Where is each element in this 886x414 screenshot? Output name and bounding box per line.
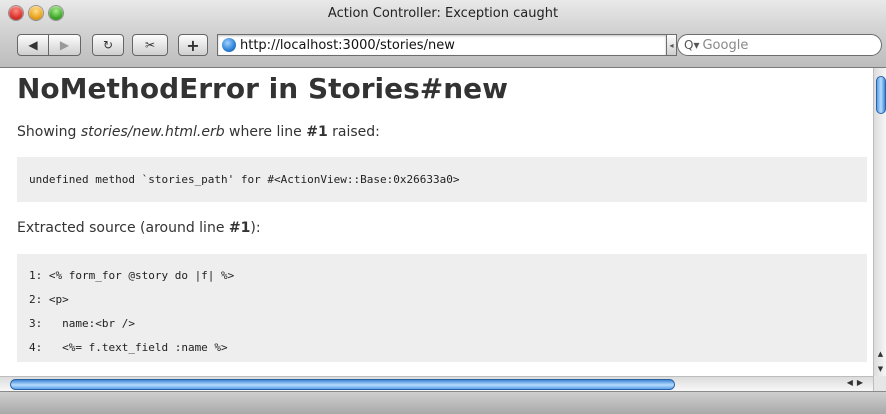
snapback-button[interactable]: ✂ <box>132 34 168 56</box>
url-dropdown-button[interactable]: ◂ <box>667 34 677 56</box>
reload-icon: ↻ <box>102 38 114 52</box>
showing-prefix: Showing <box>17 124 81 140</box>
reload-button[interactable]: ↻ <box>92 34 124 56</box>
back-button[interactable]: ◀ <box>17 34 49 56</box>
search-icon: Q▾ <box>684 38 700 52</box>
scroll-left-icon[interactable]: ◀ <box>847 378 857 387</box>
browser-window: Action Controller: Exception caught ◀ ▶ … <box>0 0 886 414</box>
horizontal-scroll-thumb[interactable] <box>10 379 675 390</box>
back-arrow-icon: ◀ <box>28 38 38 52</box>
source-line: 2: <p> <box>29 293 69 306</box>
scroll-right-icon[interactable]: ▶ <box>857 378 867 387</box>
address-bar[interactable]: http://localhost:3000/stories/new <box>217 34 667 56</box>
vertical-scrollbar[interactable]: ▲ ▼ <box>873 68 886 376</box>
forward-arrow-icon: ▶ <box>59 38 70 52</box>
error-message-box: undefined method `stories_path' for #<Ac… <box>17 157 867 202</box>
source-line: 4: <%= f.text_field :name %> <box>29 341 228 354</box>
search-field[interactable]: Q▾ Google <box>677 34 882 56</box>
template-file: stories/new.html.erb <box>80 124 225 140</box>
vertical-scroll-thumb[interactable] <box>876 76 886 114</box>
globe-icon <box>222 38 236 52</box>
extracted-line: #1 <box>228 220 251 236</box>
showing-message: Showing stories/new.html.erb where line … <box>17 124 380 140</box>
vertical-scroll-arrows[interactable]: ▲ ▼ <box>874 346 886 376</box>
scroll-down-icon[interactable]: ▼ <box>878 365 883 373</box>
window-title: Action Controller: Exception caught <box>327 6 559 21</box>
search-placeholder: Google <box>702 37 749 53</box>
chevron-icon: ◂ <box>669 40 674 50</box>
scroll-up-icon[interactable]: ▲ <box>878 350 883 358</box>
plus-icon: + <box>186 35 200 55</box>
url-text: http://localhost:3000/stories/new <box>240 37 455 53</box>
title-toolbar: Action Controller: Exception caught ◀ ▶ … <box>0 0 886 68</box>
horizontal-scroll-arrows[interactable]: ◀▶ <box>847 378 867 387</box>
status-bar <box>0 391 886 414</box>
extracted-source-heading: Extracted source (around line #1): <box>17 220 261 236</box>
horizontal-scrollbar[interactable]: ◀▶ <box>0 376 873 391</box>
extracted-suffix: ): <box>250 220 261 236</box>
line-number: #1 <box>306 124 328 140</box>
page-content: NoMethodError in Stories#new Showing sto… <box>0 68 873 376</box>
extracted-prefix: Extracted source (around line <box>17 220 229 236</box>
showing-middle: where line <box>224 124 307 140</box>
source-line: 1: <% form_for @story do |f| %> <box>29 269 235 282</box>
page-title: NoMethodError in Stories#new <box>17 72 509 105</box>
scroll-corner <box>873 376 886 391</box>
scissors-icon: ✂ <box>144 38 156 52</box>
error-message: undefined method `stories_path' for #<Ac… <box>29 173 460 186</box>
source-line: 3: name:<br /> <box>29 317 135 330</box>
forward-button[interactable]: ▶ <box>49 34 81 56</box>
source-code-box: 1: <% form_for @story do |f| %> 2: <p> 3… <box>17 254 867 362</box>
add-bookmark-button[interactable]: + <box>178 34 208 56</box>
showing-suffix: raised: <box>327 124 380 140</box>
